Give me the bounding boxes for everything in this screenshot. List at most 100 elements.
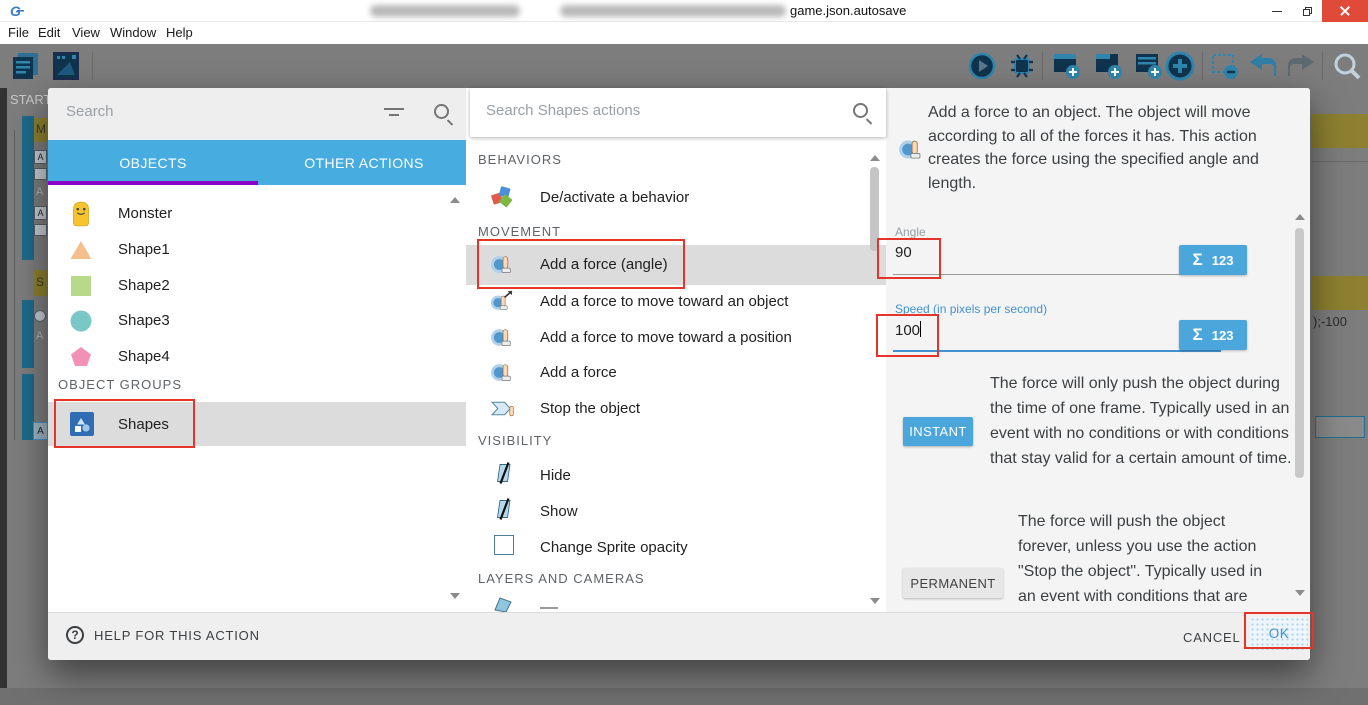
numbers-icon: 123	[1212, 253, 1234, 268]
editor-edge	[0, 88, 7, 705]
add-force-icon	[898, 136, 925, 163]
scroll-down-icon[interactable]	[870, 598, 880, 604]
force-toward-object-icon	[490, 289, 515, 314]
scene-editor-icon[interactable]	[50, 51, 82, 81]
event-icon-fragment	[34, 310, 46, 322]
add-subevent-icon[interactable]	[1094, 52, 1124, 80]
scrollbar-thumb[interactable]	[1295, 228, 1304, 478]
play-icon[interactable]	[968, 52, 996, 80]
action-editor-dialog: OBJECTS OTHER ACTIONS Monster	[48, 88, 1310, 660]
event-tree-line	[14, 130, 15, 440]
search-icon[interactable]	[853, 103, 868, 118]
object-row-shape4[interactable]: Shape4	[48, 339, 466, 375]
event-sheet-fragment: A	[33, 422, 48, 440]
gdevelop-logo-icon: G	[9, 3, 25, 19]
action-row-partial[interactable]	[466, 594, 886, 612]
speed-underline	[893, 350, 1221, 352]
object-row-shape2[interactable]: Shape2	[48, 268, 466, 304]
search-icon[interactable]	[434, 104, 449, 119]
scrollbar-thumb[interactable]	[870, 167, 879, 251]
minimize-button[interactable]	[1262, 0, 1292, 22]
action-parameters-panel: Add a force to an object. The object wil…	[886, 88, 1310, 612]
search-events-icon[interactable]	[1332, 51, 1362, 81]
add-force-icon	[490, 252, 515, 277]
tab-other-actions[interactable]: OTHER ACTIONS	[258, 140, 470, 185]
event-row-fragment	[1312, 276, 1368, 310]
object-groups-header: OBJECT GROUPS	[58, 377, 182, 392]
scroll-up-icon[interactable]	[450, 197, 460, 203]
opacity-icon	[492, 533, 516, 557]
section-movement: MOVEMENT	[478, 224, 561, 239]
close-icon	[1340, 6, 1350, 16]
show-icon	[492, 497, 516, 521]
section-visibility: VISIBILITY	[478, 433, 552, 448]
delete-event-icon[interactable]	[1210, 52, 1240, 80]
angle-expression-button[interactable]: Σ 123	[1179, 245, 1247, 275]
instant-button[interactable]: INSTANT	[903, 417, 973, 446]
tab-objects[interactable]: OBJECTS	[48, 140, 258, 185]
object-row-monster[interactable]: Monster	[48, 196, 466, 232]
add-event-icon[interactable]	[1052, 52, 1082, 80]
event-row-fragment	[1312, 114, 1368, 148]
left-panel-tabs: OBJECTS OTHER ACTIONS	[48, 140, 470, 185]
action-row-add-force[interactable]: Add a force	[466, 356, 886, 390]
cancel-button[interactable]: CANCEL	[1183, 630, 1241, 645]
action-row-add-force-angle[interactable]: Add a force (angle)	[466, 245, 886, 285]
menu-view[interactable]: View	[72, 25, 100, 40]
toolbar	[0, 44, 1368, 88]
menu-window[interactable]: Window	[110, 25, 156, 40]
speed-input[interactable]: 100	[895, 321, 921, 339]
project-manager-icon[interactable]	[10, 51, 42, 81]
angle-input[interactable]: 90	[895, 244, 912, 261]
action-row-show[interactable]: Show	[466, 493, 886, 528]
scroll-up-icon[interactable]	[1295, 214, 1305, 220]
action-search-input[interactable]	[484, 101, 814, 120]
screen: G game.json.autosave File Edit View Wind…	[0, 0, 1368, 705]
action-row-deactivate-behavior[interactable]: De/activate a behavior	[466, 180, 886, 215]
permanent-button[interactable]: PERMANENT	[903, 568, 1003, 598]
object-row-shape1[interactable]: Shape1	[48, 232, 466, 268]
monster-icon	[70, 201, 92, 227]
menu-edit[interactable]: Edit	[38, 25, 60, 40]
redo-icon[interactable]	[1286, 52, 1316, 80]
filter-icon[interactable]	[384, 108, 404, 120]
add-force-icon	[490, 360, 515, 385]
help-label: HELP FOR THIS ACTION	[94, 628, 260, 643]
force-toward-position-icon	[490, 325, 515, 350]
add-comment-icon[interactable]	[1134, 52, 1164, 80]
speed-expression-button[interactable]: Σ 123	[1179, 320, 1247, 350]
help-icon: ?	[66, 626, 84, 644]
menu-file[interactable]: File	[8, 25, 29, 40]
scroll-up-icon[interactable]	[870, 155, 880, 161]
help-button[interactable]: ? HELP FOR THIS ACTION	[66, 626, 260, 644]
action-row-hide[interactable]: Hide	[466, 457, 886, 492]
object-search-input[interactable]	[64, 102, 364, 121]
action-row-stop-object[interactable]: Stop the object	[466, 391, 886, 425]
event-divider	[1312, 161, 1368, 162]
sigma-icon: Σ	[1193, 250, 1203, 270]
restore-button[interactable]	[1292, 0, 1322, 22]
undo-icon[interactable]	[1248, 52, 1278, 80]
ok-button[interactable]: OK	[1250, 617, 1308, 650]
action-row-change-opacity[interactable]: Change Sprite opacity	[466, 529, 886, 564]
clipped-label	[540, 607, 558, 609]
object-row-shape3[interactable]: Shape3	[48, 303, 466, 339]
redacted-title-segment	[370, 5, 520, 17]
scroll-down-icon[interactable]	[450, 593, 460, 599]
object-search-bar	[48, 88, 466, 140]
section-layers-cameras: LAYERS AND CAMERAS	[478, 571, 645, 586]
action-row-force-toward-position[interactable]: Add a force to move toward a position	[466, 321, 886, 355]
minimize-icon	[1272, 11, 1282, 12]
event-sheet-fragment: S	[36, 275, 44, 289]
menu-help[interactable]: Help	[166, 25, 193, 40]
event-sheet-fragment: A	[36, 330, 43, 342]
dialog-footer: ? HELP FOR THIS ACTION CANCEL OK	[48, 612, 1310, 660]
group-row-shapes[interactable]: Shapes	[48, 402, 466, 446]
hide-icon	[492, 461, 516, 485]
debugger-icon[interactable]	[1008, 52, 1036, 80]
scroll-down-icon[interactable]	[1295, 590, 1305, 596]
action-row-force-toward-object[interactable]: Add a force to move toward an object	[466, 285, 886, 319]
event-sheet-fragment: A	[36, 186, 43, 198]
add-new-icon[interactable]	[1164, 50, 1196, 82]
close-button[interactable]	[1322, 0, 1368, 22]
